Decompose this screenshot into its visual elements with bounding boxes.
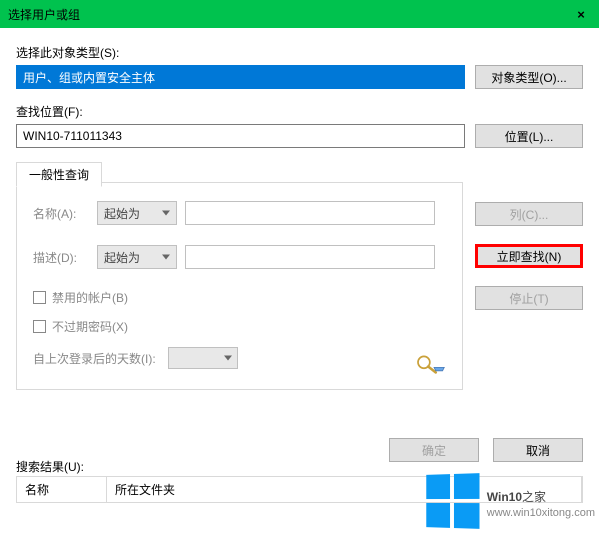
query-tab-area: 一般性查询 名称(A): 起始为 描述(D): 起始为 — [16, 162, 463, 390]
window-title: 选择用户或组 — [8, 6, 80, 23]
find-now-button[interactable]: 立即查找(N) — [475, 244, 583, 268]
location-label: 查找位置(F): — [16, 103, 583, 120]
object-type-value: 用户、组或内置安全主体 — [23, 69, 155, 86]
tab-general[interactable]: 一般性查询 — [16, 162, 102, 187]
desc-mode-select[interactable]: 起始为 — [97, 245, 177, 269]
desc-input[interactable] — [185, 245, 435, 269]
disabled-accounts-checkbox[interactable] — [33, 291, 46, 304]
object-type-field[interactable]: 用户、组或内置安全主体 — [16, 65, 465, 89]
chevron-down-icon — [224, 356, 232, 361]
results-label: 搜索结果(U): — [16, 458, 84, 475]
column-header-folder[interactable]: 所在文件夹 — [107, 477, 582, 502]
results-header: 名称 所在文件夹 — [17, 477, 582, 502]
title-bar: 选择用户或组 × — [0, 0, 599, 28]
locations-button[interactable]: 位置(L)... — [475, 124, 583, 148]
cancel-button[interactable]: 取消 — [493, 438, 583, 462]
days-label: 自上次登录后的天数(I): — [33, 350, 156, 367]
no-expire-label: 不过期密码(X) — [52, 318, 128, 335]
location-value: WIN10-711011343 — [23, 129, 122, 143]
close-button[interactable]: × — [571, 4, 591, 24]
object-type-label: 选择此对象类型(S): — [16, 44, 583, 61]
name-mode-value: 起始为 — [104, 205, 140, 222]
dialog-content: 选择此对象类型(S): 用户、组或内置安全主体 对象类型(O)... 查找位置(… — [0, 28, 599, 398]
disabled-accounts-label: 禁用的帐户(B) — [52, 289, 128, 306]
ok-button[interactable]: 确定 — [389, 438, 479, 462]
watermark-url: www.win10xitong.com — [487, 507, 595, 519]
desc-mode-value: 起始为 — [104, 249, 140, 266]
columns-button[interactable]: 列(C)... — [475, 202, 583, 226]
chevron-down-icon — [162, 255, 170, 260]
name-mode-select[interactable]: 起始为 — [97, 201, 177, 225]
results-table: 名称 所在文件夹 — [16, 476, 583, 503]
object-types-button[interactable]: 对象类型(O)... — [475, 65, 583, 89]
location-field[interactable]: WIN10-711011343 — [16, 124, 465, 148]
search-icon — [412, 353, 446, 375]
column-header-name[interactable]: 名称 — [17, 477, 107, 502]
days-select[interactable] — [168, 347, 238, 369]
tab-panel: 名称(A): 起始为 描述(D): 起始为 — [16, 182, 463, 390]
name-input[interactable] — [185, 201, 435, 225]
no-expire-checkbox[interactable] — [33, 320, 46, 333]
name-label: 名称(A): — [33, 205, 89, 222]
stop-button[interactable]: 停止(T) — [475, 286, 583, 310]
chevron-down-icon — [162, 211, 170, 216]
desc-label: 描述(D): — [33, 249, 89, 266]
